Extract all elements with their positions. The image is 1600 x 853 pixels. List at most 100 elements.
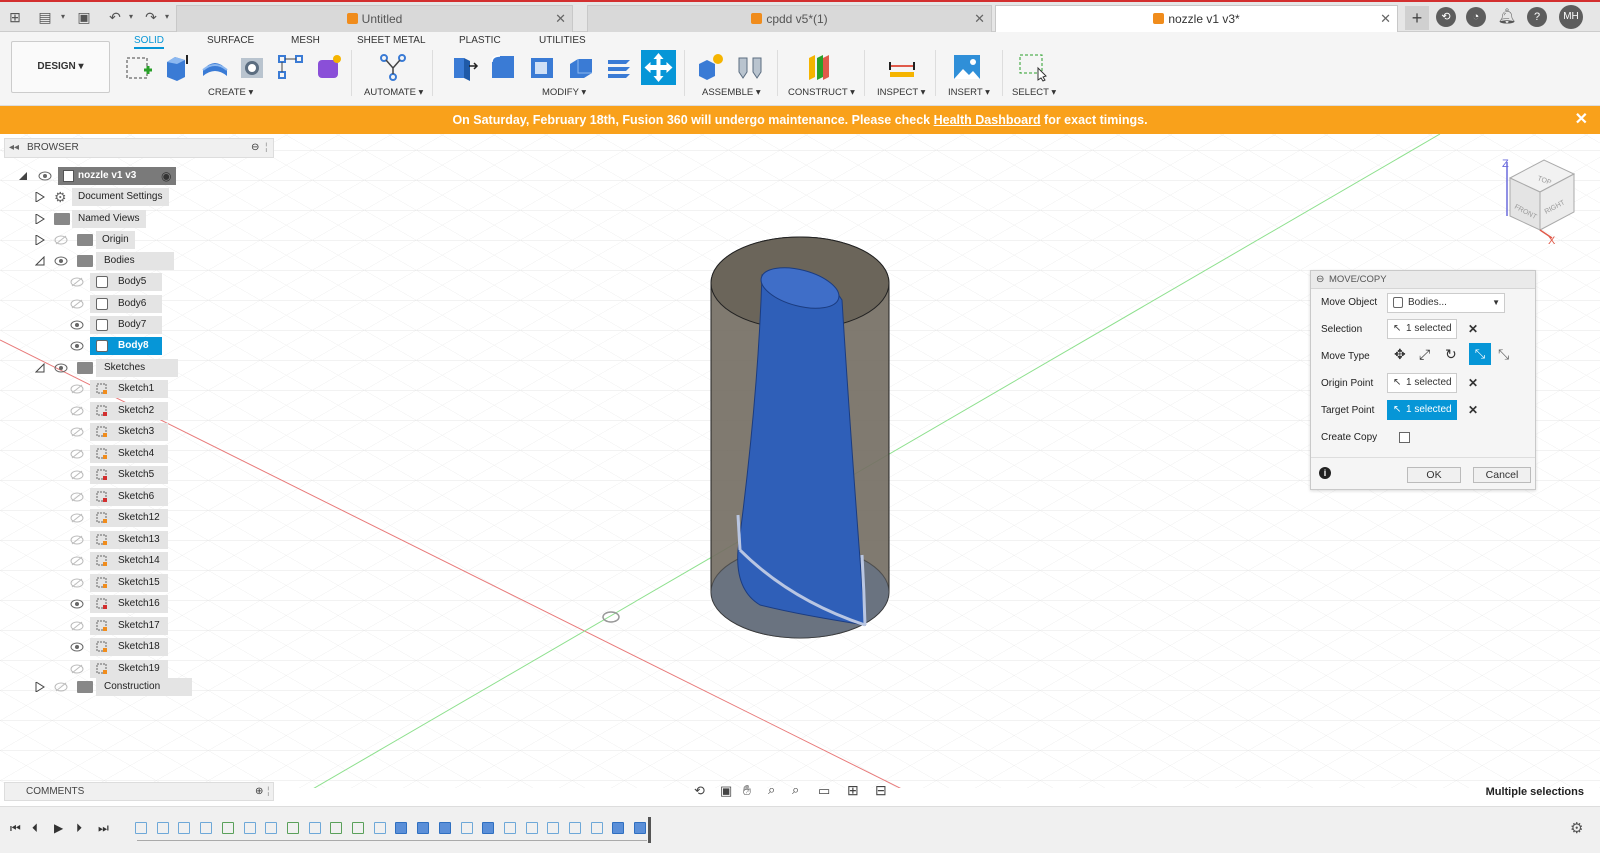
collapsed-triangle-icon[interactable]: [35, 235, 45, 245]
timeline-settings-gear-icon[interactable]: ⚙: [1570, 819, 1583, 837]
collapsed-triangle-icon[interactable]: [35, 214, 45, 224]
timeline-feature[interactable]: [460, 822, 473, 834]
hidden-eye-icon[interactable]: [70, 492, 84, 502]
press-pull-icon[interactable]: [449, 52, 479, 82]
selection-field[interactable]: ↖ 1 selected: [1387, 319, 1457, 339]
health-dashboard-link[interactable]: Health Dashboard: [934, 113, 1041, 127]
visibility-eye-icon[interactable]: [38, 171, 52, 181]
timeline-marker[interactable]: [648, 817, 651, 843]
close-icon[interactable]: ✕: [555, 6, 566, 32]
extensions-icon[interactable]: ⟲: [1436, 7, 1456, 27]
timeline-feature[interactable]: [200, 822, 213, 834]
hidden-eye-icon[interactable]: [70, 664, 84, 674]
tab-untitled[interactable]: Untitled ✕: [176, 5, 573, 33]
timeline-feature[interactable]: [438, 822, 451, 834]
move-copy-tool[interactable]: [641, 50, 676, 85]
hidden-eye-icon[interactable]: [70, 277, 84, 287]
timeline-feature[interactable]: [135, 822, 147, 834]
visibility-eye-icon[interactable]: [70, 341, 84, 351]
timeline-feature[interactable]: [634, 822, 647, 834]
timeline-feature[interactable]: [482, 822, 495, 834]
pattern-icon[interactable]: [276, 52, 306, 82]
step-back-icon[interactable]: ⏴︎: [32, 821, 46, 835]
hidden-eye-icon[interactable]: [70, 470, 84, 480]
file-dropdown-icon[interactable]: ▾: [54, 8, 72, 26]
measure-icon[interactable]: [887, 52, 917, 82]
rotate-icon[interactable]: ↻: [1445, 346, 1457, 363]
hidden-eye-icon[interactable]: [54, 682, 68, 692]
combine-icon[interactable]: [566, 52, 596, 82]
timeline-feature[interactable]: [612, 822, 625, 834]
job-status-icon[interactable]: ◔: [1466, 7, 1486, 27]
tab-solid[interactable]: SOLID: [134, 33, 165, 49]
insert-image-icon[interactable]: [952, 52, 982, 82]
activate-radio-icon[interactable]: ◉: [161, 167, 171, 185]
document-settings-label[interactable]: Document Settings: [72, 188, 169, 206]
banner-close-icon[interactable]: ✕: [1575, 106, 1588, 134]
close-icon[interactable]: ✕: [1380, 6, 1391, 32]
zoom-icon[interactable]: ⌕: [768, 782, 775, 798]
add-comment-icon[interactable]: ⊕: [255, 783, 263, 800]
timeline-feature[interactable]: [156, 822, 169, 834]
grid-settings-icon[interactable]: ⊞: [847, 782, 859, 799]
app-grid-icon[interactable]: ⊞: [6, 8, 24, 26]
form-icon[interactable]: [314, 52, 344, 82]
go-to-start-icon[interactable]: ⏮︎: [10, 821, 24, 835]
create-copy-checkbox[interactable]: [1399, 432, 1410, 443]
root-document-name[interactable]: nozzle v1 v3: [58, 167, 176, 185]
visibility-eye-icon[interactable]: [54, 256, 68, 266]
target-point-field[interactable]: ↖ 1 selected: [1387, 400, 1457, 420]
clear-target-icon[interactable]: ✕: [1468, 403, 1478, 417]
modify-menu[interactable]: MODIFY ▾: [542, 87, 586, 98]
look-at-icon[interactable]: ▣: [720, 783, 732, 799]
collapse-dialog-icon[interactable]: ⊖: [1316, 271, 1324, 289]
expanded-triangle-icon[interactable]: [35, 363, 45, 373]
hidden-eye-icon[interactable]: [54, 235, 68, 245]
timeline-feature[interactable]: [569, 822, 581, 834]
move-object-dropdown[interactable]: Bodies... ▼: [1387, 293, 1505, 313]
tab-plastic[interactable]: PLASTIC: [459, 33, 501, 49]
create-menu[interactable]: CREATE ▾: [208, 87, 253, 98]
hole-icon[interactable]: [238, 52, 268, 82]
offset-plane-icon[interactable]: [803, 52, 833, 82]
hidden-eye-icon[interactable]: [70, 406, 84, 416]
go-to-end-icon[interactable]: ⏭︎: [98, 821, 112, 835]
point-to-point-icon[interactable]: ⤡: [1469, 343, 1491, 365]
workspace-switcher[interactable]: DESIGN ▾: [11, 41, 110, 93]
fit-zoom-icon[interactable]: ⌕: [792, 782, 799, 798]
collapsed-triangle-icon[interactable]: [35, 682, 45, 692]
cancel-button[interactable]: Cancel: [1473, 467, 1531, 483]
pin-icon[interactable]: ¦: [267, 783, 270, 800]
hidden-eye-icon[interactable]: [70, 449, 84, 459]
save-icon[interactable]: ▣: [75, 8, 93, 26]
info-icon[interactable]: i: [1319, 467, 1331, 479]
translate-xyz-icon[interactable]: ⤢: [1419, 346, 1430, 363]
timeline-feature[interactable]: [373, 822, 386, 834]
ok-button[interactable]: OK: [1407, 467, 1461, 483]
create-sketch-icon[interactable]: [124, 52, 154, 82]
pin-icon[interactable]: ¦: [265, 139, 268, 157]
tab-utilities[interactable]: UTILITIES: [539, 33, 586, 49]
timeline-feature[interactable]: [308, 822, 321, 834]
collapsed-triangle-icon[interactable]: [35, 192, 45, 202]
file-icon[interactable]: ▤: [36, 8, 54, 26]
timeline-feature[interactable]: [503, 822, 516, 834]
extrude-icon[interactable]: [162, 52, 192, 82]
joint-icon[interactable]: [735, 52, 765, 82]
tab-surface[interactable]: SURFACE: [207, 33, 254, 49]
timeline-feature[interactable]: [417, 822, 430, 834]
new-tab-button[interactable]: +: [1405, 6, 1429, 30]
select-box-icon[interactable]: [1018, 52, 1048, 82]
point-to-position-icon[interactable]: ⤡: [1498, 346, 1509, 363]
display-settings-icon[interactable]: ▭: [818, 783, 830, 799]
expanded-triangle-icon[interactable]: [18, 171, 28, 181]
assemble-menu[interactable]: ASSEMBLE ▾: [702, 87, 761, 98]
tab-cpdd[interactable]: cpdd v5*(1) ✕: [587, 5, 992, 33]
origin-point-field[interactable]: ↖ 1 selected: [1387, 373, 1457, 393]
clear-selection-icon[interactable]: ✕: [1468, 322, 1478, 336]
construct-menu[interactable]: CONSTRUCT ▾: [788, 87, 855, 98]
timeline-feature[interactable]: [178, 822, 191, 834]
new-component-icon[interactable]: [696, 52, 726, 82]
select-menu[interactable]: SELECT ▾: [1012, 87, 1056, 98]
sketches-label[interactable]: Sketches: [96, 359, 178, 377]
